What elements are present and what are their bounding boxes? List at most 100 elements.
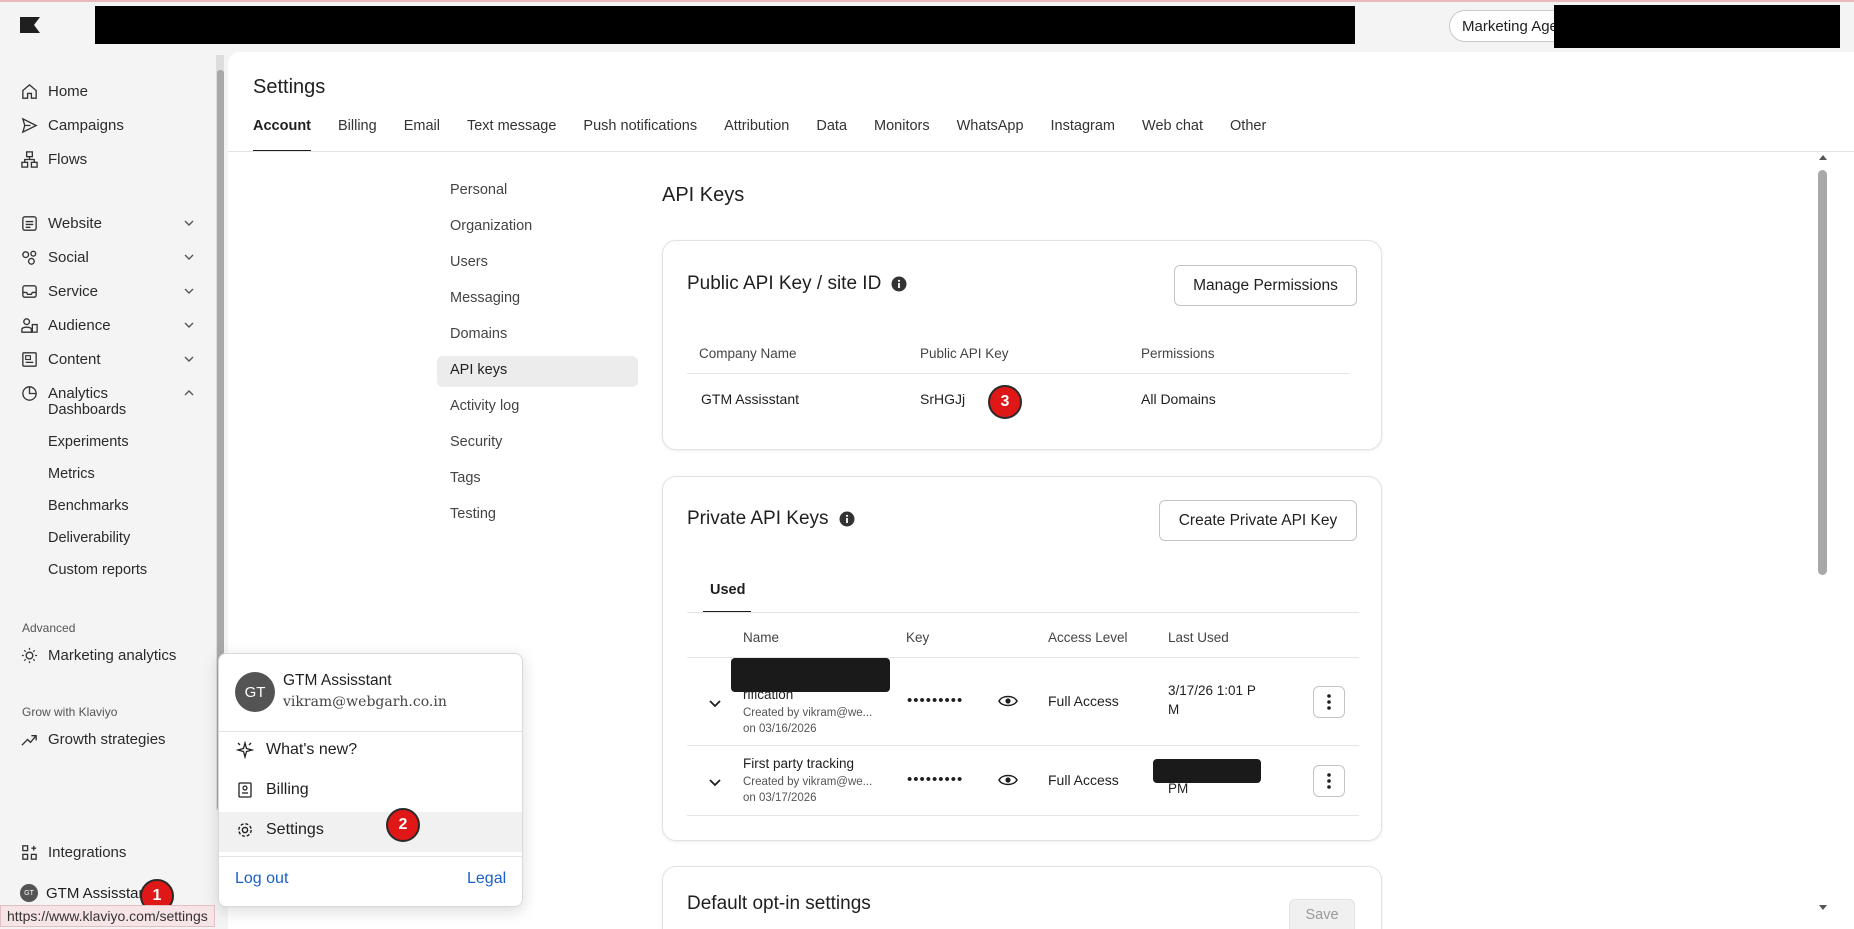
popover-divider [219, 731, 522, 732]
sidebar-item-campaigns[interactable]: Campaigns [20, 111, 195, 139]
audience-icon [21, 317, 38, 333]
sidebar-subitem-metrics[interactable]: Metrics [48, 466, 95, 482]
row2-last-used-line2: PM [1168, 781, 1189, 796]
gear-icon [238, 823, 252, 837]
klaviyo-logo-icon[interactable] [20, 17, 40, 33]
billing-icon [238, 782, 252, 798]
user-name: GTM Assisstant [46, 884, 152, 902]
save-button[interactable]: Save [1289, 899, 1355, 929]
tab-billing[interactable]: Billing [338, 118, 377, 152]
tab-account[interactable]: Account [253, 118, 311, 152]
col-public-api-key: Public API Key [920, 346, 1009, 361]
chevron-down-icon [184, 356, 194, 362]
sidebar-item-marketing-analytics[interactable]: Marketing analytics [20, 641, 195, 669]
subnav-users[interactable]: Users [450, 254, 488, 270]
subnav-api-keys[interactable]: API keys [450, 362, 507, 378]
settings-menu-item[interactable]: Settings [236, 817, 324, 843]
whats-new-menu-item[interactable]: What's new? [236, 737, 357, 763]
menu-item-label: What's new? [266, 741, 358, 758]
tab-other[interactable]: Other [1230, 118, 1266, 152]
sidebar-item-label: Flows [48, 150, 88, 168]
tab-web-chat[interactable]: Web chat [1142, 118, 1203, 152]
tab-instagram[interactable]: Instagram [1051, 118, 1115, 152]
account-switcher[interactable]: Marketing Age [1449, 10, 1569, 42]
row-actions-button[interactable] [1313, 765, 1345, 797]
eye-icon[interactable] [998, 693, 1018, 709]
public-api-key-value[interactable]: SrHGJj [920, 391, 965, 407]
sidebar-item-audience[interactable]: Audience [20, 311, 195, 339]
tab-used[interactable]: Used [710, 582, 745, 598]
sidebar-subitem-experiments[interactable]: Experiments [48, 434, 129, 450]
tab-monitors[interactable]: Monitors [874, 118, 930, 152]
eye-icon[interactable] [998, 772, 1018, 788]
row2-created-on: on 03/17/2026 [743, 792, 817, 804]
sidebar-item-label: Home [48, 82, 89, 100]
legal-link[interactable]: Legal [467, 870, 506, 888]
subnav-personal[interactable]: Personal [450, 182, 507, 198]
website-icon [22, 215, 37, 231]
status-bar-url: https://www.klaviyo.com/settings [0, 905, 215, 927]
tab-email[interactable]: Email [404, 118, 440, 152]
tabs-divider-private [687, 612, 1359, 613]
chevron-down-icon[interactable] [708, 696, 722, 710]
avatar: GT [20, 884, 38, 902]
create-private-api-key-button[interactable]: Create Private API Key [1159, 500, 1357, 541]
sidebar-item-website[interactable]: Website [20, 209, 195, 237]
row2-access-level: Full Access [1048, 772, 1119, 788]
grow-section-label: Grow with Klaviyo [22, 705, 118, 719]
billing-menu-item[interactable]: Billing [236, 777, 309, 803]
sidebar-item-label: Analytics [48, 384, 109, 402]
popover-user-email: vikram@webgarh.co.in [283, 694, 447, 710]
sidebar-item-social[interactable]: Social [20, 243, 195, 271]
sidebar-item-flows[interactable]: Flows [20, 145, 195, 173]
subnav-testing[interactable]: Testing [450, 506, 496, 522]
content-icon [22, 351, 37, 367]
private-api-keys-title-text: Private API Keys [687, 508, 829, 529]
subnav-organization[interactable]: Organization [450, 218, 532, 234]
sidebar-subitem-deliverability[interactable]: Deliverability [48, 530, 130, 546]
row-actions-button[interactable] [1313, 686, 1345, 718]
advanced-section-label: Advanced [22, 621, 76, 635]
tab-data[interactable]: Data [816, 118, 847, 152]
tab-whatsapp[interactable]: WhatsApp [957, 118, 1024, 152]
user-menu-trigger[interactable]: GT GTM Assisstant [20, 884, 151, 902]
row1-key-masked: ••••••••• [907, 692, 964, 709]
subnav-security[interactable]: Security [450, 434, 502, 450]
manage-permissions-button[interactable]: Manage Permissions [1174, 265, 1357, 306]
sidebar-item-content[interactable]: Content [20, 345, 195, 373]
public-api-key-title-text: Public API Key / site ID [687, 273, 882, 294]
info-icon[interactable] [839, 511, 855, 527]
chevron-down-icon[interactable] [708, 775, 722, 789]
sidebar-subitem-benchmarks[interactable]: Benchmarks [48, 498, 129, 514]
table-divider [687, 745, 1359, 746]
tab-attribution[interactable]: Attribution [724, 118, 789, 152]
company-name-value: GTM Assisstant [701, 391, 800, 407]
public-api-key-title: Public API Key / site ID [687, 273, 907, 295]
permissions-value: All Domains [1141, 391, 1216, 407]
row2-key-masked: ••••••••• [907, 771, 964, 788]
settings-tabs: Account Billing Email Text message Push … [253, 118, 1293, 152]
sidebar-item-home[interactable]: Home [20, 77, 195, 105]
redacted-search-bar [95, 6, 1355, 44]
sidebar-item-service[interactable]: Service [20, 277, 195, 305]
tabs-divider [228, 151, 1854, 152]
logout-link[interactable]: Log out [235, 870, 288, 888]
default-optin-title: Default opt-in settings [687, 893, 871, 914]
sidebar-item-integrations[interactable]: Integrations [20, 838, 195, 866]
subnav-domains[interactable]: Domains [450, 326, 507, 342]
subnav-tags[interactable]: Tags [450, 470, 481, 486]
subnav-messaging[interactable]: Messaging [450, 290, 520, 306]
tab-push-notifications[interactable]: Push notifications [583, 118, 697, 152]
redacted-timestamp [1153, 759, 1261, 783]
sidebar-subitem-custom-reports[interactable]: Custom reports [48, 562, 147, 578]
avatar: GT [235, 672, 275, 712]
table-divider [687, 815, 1359, 816]
tab-text-message[interactable]: Text message [467, 118, 556, 152]
flows-icon [21, 150, 38, 168]
main-scrollbar-thumb[interactable] [1818, 170, 1827, 575]
subnav-activity-log[interactable]: Activity log [450, 398, 519, 414]
sidebar-subitem-dashboards[interactable]: Dashboards [48, 402, 126, 418]
sidebar-item-growth-strategies[interactable]: Growth strategies [20, 725, 195, 753]
info-icon[interactable] [891, 276, 907, 292]
col-name: Name [743, 630, 780, 645]
